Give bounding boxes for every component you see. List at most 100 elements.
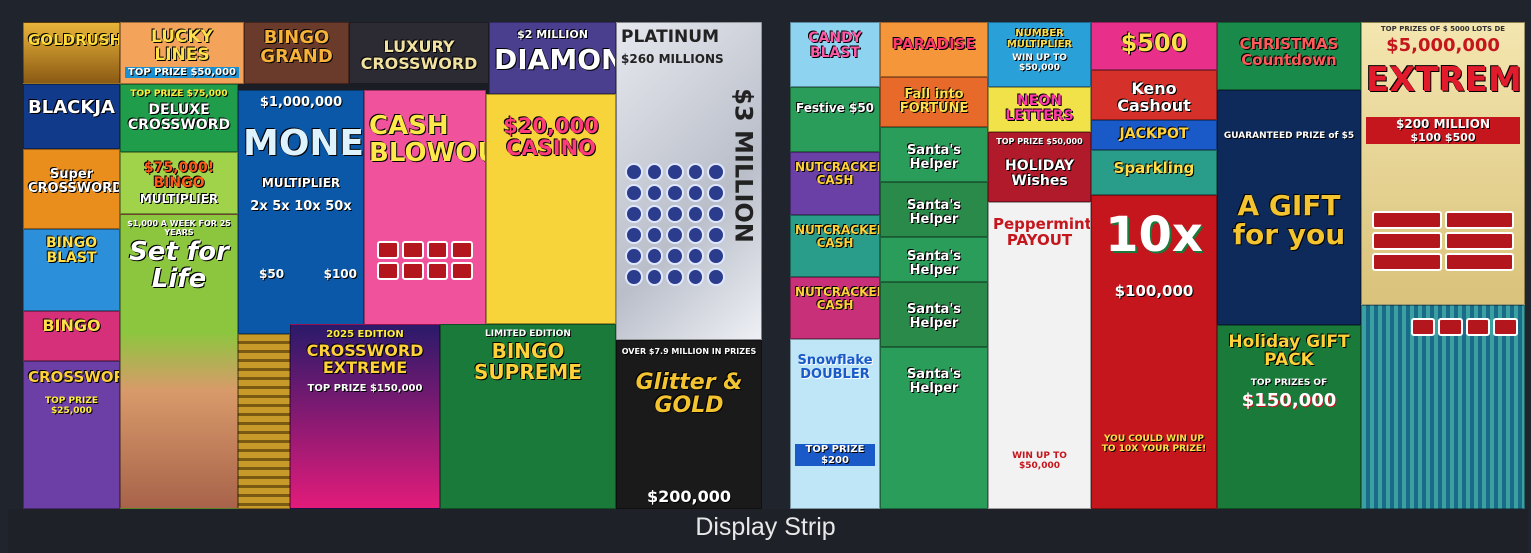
ticket-nutcracker-3: NUTCRACKER CASH [790, 277, 880, 339]
ticket-title: 10x [1105, 207, 1203, 263]
ticket-bottom-text: YOU COULD WIN UP TO 10X YOUR PRIZE! [1101, 434, 1207, 454]
ticket-title: BINGO BLAST [46, 235, 97, 266]
ticket-holiday-gift-pack: Holiday GIFT PACK TOP PRIZES OF $150,000 [1217, 325, 1361, 509]
ticket-keno-cashout: Keno Cashout [1091, 70, 1217, 120]
ticket-santas-helper-2: Santa's Helper [880, 182, 988, 237]
ticket-side-title: $3 MILLION [729, 88, 758, 243]
ticket-top-prize: $1,000 A WEEK FOR 25 YEARS [127, 219, 231, 237]
ticket-title: Peppermint PAYOUT [993, 215, 1091, 249]
ticket-bingo-supreme: LIMITED EDITION BINGO SUPREME [440, 324, 616, 509]
ticket-title: BINGO GRAND [260, 27, 333, 67]
ticket-top-prize: OVER $7.9 MILLION IN PRIZES [621, 347, 757, 356]
ticket-subtitle: MULTIPLIER [139, 192, 219, 206]
ticket-prize: TOP PRIZE $200 [795, 444, 875, 466]
ticket-title: NUTCRACKER CASH [795, 285, 880, 312]
ticket-title: Sparkling [1113, 159, 1195, 177]
ticket-title: CHRISTMAS Countdown [1239, 35, 1339, 69]
scratch-symbols [1371, 211, 1515, 271]
ticket-guarantee: GUARANTEED PRIZE of $5 [1223, 131, 1355, 141]
ticket-edition: LIMITED EDITION [485, 329, 571, 339]
ticket-santas-helper-4: Santa's Helper [880, 282, 988, 347]
ticket-amount: $50 [259, 267, 285, 281]
ticket-extreme: TOP PRIZES OF $ 5000 LOTS DE $5,000,000 … [1361, 22, 1525, 305]
ticket-prize: $100,000 [1114, 282, 1194, 300]
ticket-amounts: $100 $500 [1366, 131, 1520, 144]
ticket-crossword-extreme: 2025 EDITION CROSSWORD EXTREME TOP PRIZE… [290, 324, 440, 509]
ticket-prize: TOP PRIZE $75,000 [130, 89, 228, 99]
ticket-prize: TOP PRIZE $50,000 [125, 67, 239, 78]
ticket-title: Glitter & GOLD [635, 370, 743, 419]
ticket-title: PLATINUM [621, 27, 719, 47]
ticket-title: Fall into FORTUNE [899, 87, 969, 116]
ticket-snowflake-doubler: Snowflake DOUBLER TOP PRIZE $200 [790, 339, 880, 509]
ticket-deluxe-crossword: TOP PRIZE $75,000 DELUXE CROSSWORD [120, 84, 238, 152]
ticket-christmas-countdown: CHRISTMAS Countdown [1217, 22, 1361, 90]
ticket-holiday-wishes: TOP PRIZE $50,000 HOLIDAY Wishes [988, 132, 1091, 202]
ticket-title: Snowflake DOUBLER [797, 353, 873, 382]
ticket-prize: $150,000 [1241, 390, 1337, 411]
scratch-symbols [625, 163, 725, 286]
ticket-bingo-grand: BINGO GRAND [244, 22, 349, 84]
ticket-edition: 2025 EDITION [326, 329, 404, 340]
ticket-top-prize: $1,000,000 [259, 95, 343, 110]
ticket-bingo-small: BINGO [23, 311, 120, 361]
ticket-title: GOLDRUSH [28, 31, 120, 49]
ticket-amount: $100 [323, 267, 357, 281]
ticket-santas-helper-3: Santa's Helper [880, 237, 988, 282]
ticket-title: NUMBER MULTIPLIER [1006, 28, 1073, 50]
ticket-title: DIAMOND [494, 43, 615, 76]
ticket-title: Santa's Helper [906, 367, 962, 396]
ticket-nutcracker-2: NUTCRACKER CASH [790, 215, 880, 277]
ticket-title: Santa's Helper [906, 249, 962, 278]
ticket-title: BINGO [42, 316, 101, 335]
ticket-prize-amount: $5,000,000 [1386, 35, 1500, 56]
ticket-luxury-crossword: LUXURY CROSSWORD [349, 22, 489, 84]
ticket-prize: WIN UP TO $50,000 [1012, 53, 1067, 73]
ticket-platinum: PLATINUM $260 MILLIONS $3 MILLION [616, 22, 762, 340]
ticket-title: Santa's Helper [906, 198, 962, 227]
ticket-paradise: PARADISE [880, 22, 988, 77]
ticket-title: NEON LETTERS [1005, 93, 1074, 124]
ticket-santas-helper-1: Santa's Helper [880, 127, 988, 182]
ticket-prize: TOP PRIZE $150,000 [307, 383, 423, 394]
ticket-title: JACKPOT [1119, 126, 1189, 142]
ticket-title: $500 [1120, 29, 1188, 57]
ticket-subtitle: $260 MILLIONS [621, 52, 724, 66]
ticket-multipliers: 2x 5x 10x 50x [250, 199, 352, 214]
ticket-title: BLACKJA [28, 97, 115, 118]
ticket-subtitle: MULTIPLIER [261, 176, 341, 190]
ticket-blackjack: BLACKJA [23, 84, 120, 149]
ticket-title: HOLIDAY Wishes [1004, 158, 1074, 189]
ticket-cash-blowout: CASH BLOWOUT [364, 90, 486, 334]
ticket-neon-letters: NEON LETTERS [988, 87, 1091, 132]
ticket-title: Holiday GIFT PACK [1228, 332, 1350, 370]
display-strip-caption: Display Strip [695, 513, 836, 541]
ticket-title: Keno Cashout [1117, 79, 1191, 115]
ticket-title: CASH BLOWOUT [369, 111, 485, 169]
ticket-prize: WIN UP TO $50,000 [1012, 451, 1067, 471]
ticket-gold-coins [238, 334, 290, 509]
ticket-sparkling: Sparkling [1091, 150, 1217, 195]
ticket-title: MONEY [243, 123, 364, 164]
right-ticket-strip: CANDY BLAST PARADISE NUMBER MULTIPLIER W… [790, 22, 1525, 509]
display-frame: GOLDRUSH LUCKY LINES TOP PRIZE $50,000 B… [0, 0, 1531, 553]
ticket-prize: TOP PRIZE $50,000 [996, 137, 1083, 146]
left-ticket-strip: GOLDRUSH LUCKY LINES TOP PRIZE $50,000 B… [23, 22, 762, 509]
ticket-title: A GIFT for you [1232, 189, 1346, 252]
ticket-title: LUCKY LINES [151, 27, 213, 65]
ticket-title: BINGO SUPREME [474, 339, 582, 384]
ticket-jackpot: JACKPOT [1091, 120, 1217, 150]
ticket-title: NUTCRACKER CASH [795, 160, 880, 187]
ticket-glitter-gold: OVER $7.9 MILLION IN PRIZES Glitter & GO… [616, 340, 762, 509]
ticket-prize: TOP PRIZE $25,000 [44, 396, 99, 416]
ticket-top-prize: TOP PRIZES OF $ 5000 LOTS DE [1380, 25, 1506, 33]
scratch-symbols [1410, 318, 1518, 336]
ticket-goldrush: GOLDRUSH [23, 22, 120, 84]
ticket-candy-blast: CANDY BLAST [790, 22, 880, 87]
ticket-500: $500 [1091, 22, 1217, 70]
ticket-top-label: TOP PRIZES OF [1250, 378, 1328, 388]
ticket-title: Festive $50 [795, 101, 875, 115]
ticket-number-multiplier: NUMBER MULTIPLIER WIN UP TO $50,000 [988, 22, 1091, 87]
ticket-title: PARADISE [892, 35, 976, 53]
ticket-money-stacks [1361, 305, 1525, 509]
